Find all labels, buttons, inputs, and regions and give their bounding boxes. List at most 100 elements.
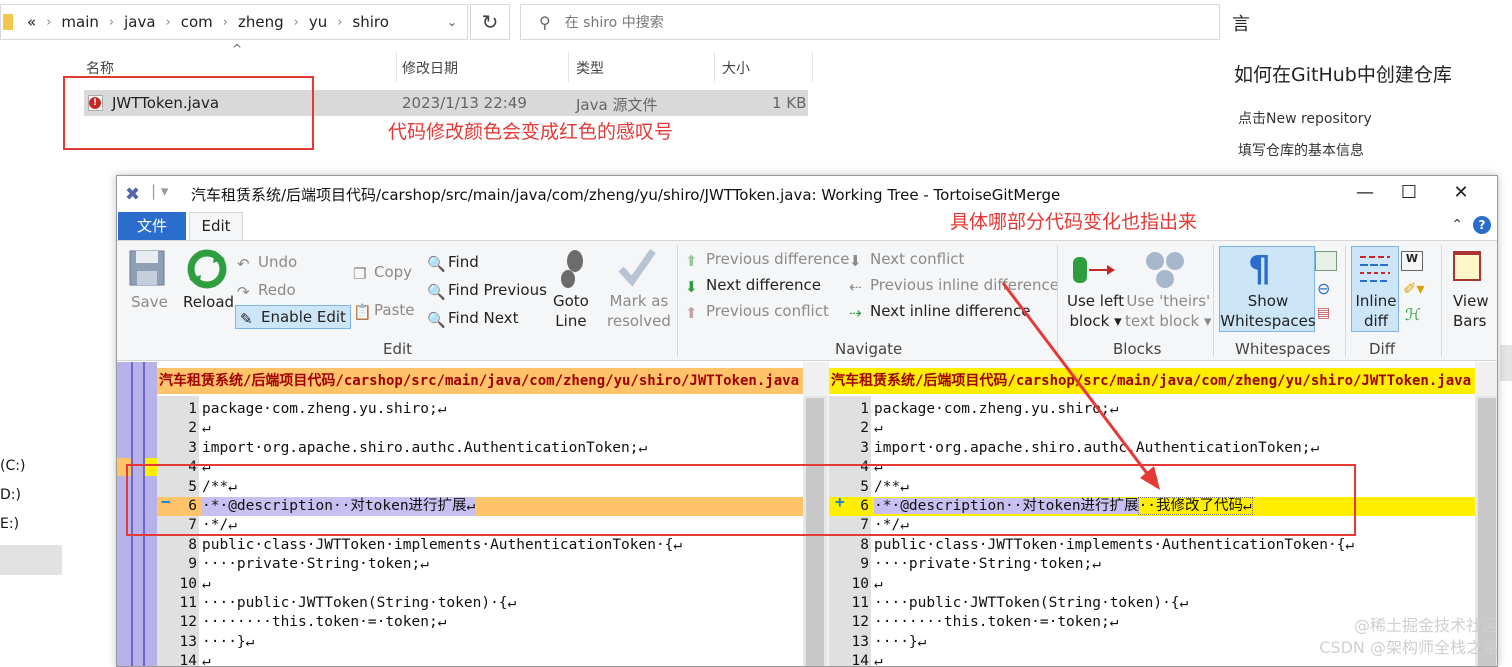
previous-conflict-button[interactable]: ⬆ Previous conflict (685, 302, 829, 322)
undo-button[interactable]: ↶ Undo (237, 253, 297, 273)
breadcrumb-shiro[interactable]: shiro (352, 13, 389, 31)
arrow-down-icon: ⬇ (685, 278, 698, 296)
find-previous-button[interactable]: 🔍 Find Previous (427, 281, 547, 301)
code-line[interactable]: 1 package·com.zheng.yu.shiro;↵ (157, 400, 803, 419)
scrollbar[interactable] (1500, 345, 1512, 381)
left-pane[interactable]: 汽车租赁系统/后端项目代码/carshop/src/main/java/com/… (157, 362, 803, 666)
code-line[interactable]: 9 ····private·String·token;↵ (829, 555, 1475, 574)
code-line[interactable]: 4 ↵ (157, 458, 803, 477)
inline-diff-button[interactable]: Inline diff (1351, 246, 1399, 332)
column-divider[interactable] (396, 52, 397, 82)
code-line[interactable]: 5/**↵ (829, 478, 1475, 497)
tab-file[interactable]: 文件 (118, 212, 186, 240)
code-line[interactable]: 5/**↵ (157, 478, 803, 497)
breadcrumb-com[interactable]: com (181, 13, 213, 31)
code-line[interactable]: 12 ········this.token·=·token;↵ (157, 613, 803, 632)
breadcrumb-zheng[interactable]: zheng (238, 13, 284, 31)
code-line[interactable]: 10 ↵ (829, 575, 1475, 594)
mark-as-resolved-button[interactable]: Mark as resolved (607, 291, 671, 331)
code-line[interactable]: 6 ·*·@description··对token进行扩展··我修改了代码↵ (829, 497, 1475, 517)
enable-edit-button[interactable]: ✎ Enable Edit (235, 305, 351, 329)
code-line[interactable]: 3 import·org.apache.shiro.authc.Authentic… (157, 439, 803, 458)
breadcrumb-yu[interactable]: yu (309, 13, 327, 31)
address-bar[interactable]: « › main › java › com › zheng › yu › shi… (0, 4, 468, 40)
code-line[interactable]: 7 ·*/↵ (829, 516, 1475, 535)
use-left-block-button[interactable]: Use left block ▾ (1067, 291, 1124, 331)
collapse-ribbon-icon[interactable]: ⌃ (1451, 217, 1463, 233)
code-line[interactable]: 14 ↵ (157, 652, 803, 666)
reload-button[interactable]: Reload (183, 293, 234, 311)
paste-button[interactable]: 📋 Paste (353, 301, 415, 321)
undo-icon: ↶ (237, 255, 250, 273)
code-line[interactable]: 8 public·class·JWTToken·implements·Authen… (829, 536, 1475, 555)
next-difference-button[interactable]: ⬇ Next difference (685, 276, 821, 296)
article-toc-item[interactable]: 填写仓库的基本信息 (1238, 140, 1364, 160)
column-size[interactable]: 大小 (722, 58, 750, 78)
help-icon[interactable]: ? (1473, 216, 1491, 234)
column-name[interactable]: 名称 (86, 58, 114, 78)
find-next-button[interactable]: 🔍 Find Next (427, 309, 518, 329)
inline-added-segment: ··我修改了代码↵ (1137, 497, 1253, 515)
copy-button[interactable]: ❐ Copy (353, 263, 412, 283)
maximize-button[interactable]: ☐ (1387, 180, 1431, 206)
show-whitespaces-button[interactable]: ¶ Show Whitespaces (1219, 246, 1316, 332)
minimize-button[interactable]: — (1343, 180, 1387, 206)
breadcrumb-overflow[interactable]: « (27, 13, 36, 31)
left-pane-scrollbar[interactable] (803, 396, 827, 666)
code-line[interactable]: 10 ↵ (157, 575, 803, 594)
code-line[interactable]: 13 ····}↵ (157, 633, 803, 652)
column-type[interactable]: 类型 (576, 58, 604, 78)
goto-line-button[interactable]: Goto Line (553, 291, 589, 331)
close-button[interactable]: ✕ (1439, 180, 1483, 206)
article-toc-item[interactable]: 点击New repository (1238, 108, 1372, 128)
article-heading[interactable]: 如何在GitHub中创建仓库 (1234, 60, 1452, 87)
locator-change-marker[interactable] (117, 458, 131, 476)
save-button[interactable]: Save (131, 293, 168, 311)
diff-line-icon[interactable]: ℋ (1405, 305, 1421, 324)
tab-edit[interactable]: Edit (189, 212, 243, 240)
whitespace-diff-icon[interactable]: ▤ (1317, 305, 1330, 321)
code-line[interactable]: 11 ····public·JWTToken(String·token)·{↵ (157, 594, 803, 613)
code-line[interactable]: 8 public·class·JWTToken·implements·Authen… (157, 536, 803, 555)
line-number: 12 (179, 614, 197, 631)
drive-c[interactable]: (C:) (0, 458, 62, 487)
breadcrumb-main[interactable]: main (61, 13, 98, 31)
drive-d[interactable]: D:) (0, 487, 62, 516)
next-inline-difference-button[interactable]: ⇢ Next inline difference (849, 302, 1031, 322)
column-modified[interactable]: 修改日期 (402, 58, 458, 78)
code-line[interactable]: 7 ·*/↵ (157, 516, 803, 535)
tortoisegitmerge-app-icon[interactable]: ✖ (125, 184, 140, 205)
scrollbar-thumb[interactable] (806, 398, 824, 666)
code-line[interactable]: 11 ····public·JWTToken(String·token)·{↵ (829, 594, 1475, 613)
ignore-whitespace-icon[interactable]: ⊖ (1317, 279, 1330, 298)
column-divider[interactable] (812, 52, 813, 82)
view-bars-button[interactable]: View Bars (1453, 291, 1489, 331)
breadcrumb-java[interactable]: java (124, 13, 155, 31)
code-line[interactable]: 2 ↵ (157, 419, 803, 438)
refresh-button[interactable]: ↻ (470, 4, 510, 40)
code-line[interactable]: 4 ↵ (829, 458, 1475, 477)
code-line[interactable]: 9 ····private·String·token;↵ (157, 555, 803, 574)
marker-icon[interactable]: ✐▾ (1403, 279, 1424, 298)
next-conflict-button[interactable]: ⬇ Next conflict (849, 250, 964, 270)
previous-difference-button[interactable]: ⬆ Previous difference (685, 250, 849, 270)
column-divider[interactable] (714, 52, 715, 82)
column-divider[interactable] (568, 52, 569, 82)
redo-button[interactable]: ↷ Redo (237, 281, 296, 301)
chevron-down-icon[interactable]: ⌄ (447, 15, 457, 29)
word-diff-icon[interactable]: W (1401, 251, 1423, 271)
quick-access-dropdown[interactable]: | ▾ (151, 182, 168, 200)
line-number: 4 (860, 459, 869, 476)
code-line[interactable]: 6 ·*·@description··对token进行扩展↵ (157, 497, 803, 517)
whitespace-option-icon[interactable] (1315, 251, 1337, 271)
locator-change-marker[interactable] (145, 458, 157, 476)
drive-e[interactable]: E:) (0, 516, 62, 545)
locator-bar[interactable] (117, 362, 157, 666)
find-button[interactable]: 🔍 Find (427, 253, 479, 273)
code-line[interactable]: 1 package·com.zheng.yu.shiro;↵ (829, 400, 1475, 419)
code-line[interactable]: 2 ↵ (829, 419, 1475, 438)
code-line[interactable]: 3 import·org.apache.shiro.authc.Authentic… (829, 439, 1475, 458)
search-input[interactable]: ⚲ 在 shiro 中搜索 (520, 4, 1220, 40)
use-theirs-block-button[interactable]: Use 'theirs' text block ▾ (1125, 291, 1212, 331)
previous-inline-difference-button[interactable]: ⇠ Previous inline difference (849, 276, 1059, 296)
